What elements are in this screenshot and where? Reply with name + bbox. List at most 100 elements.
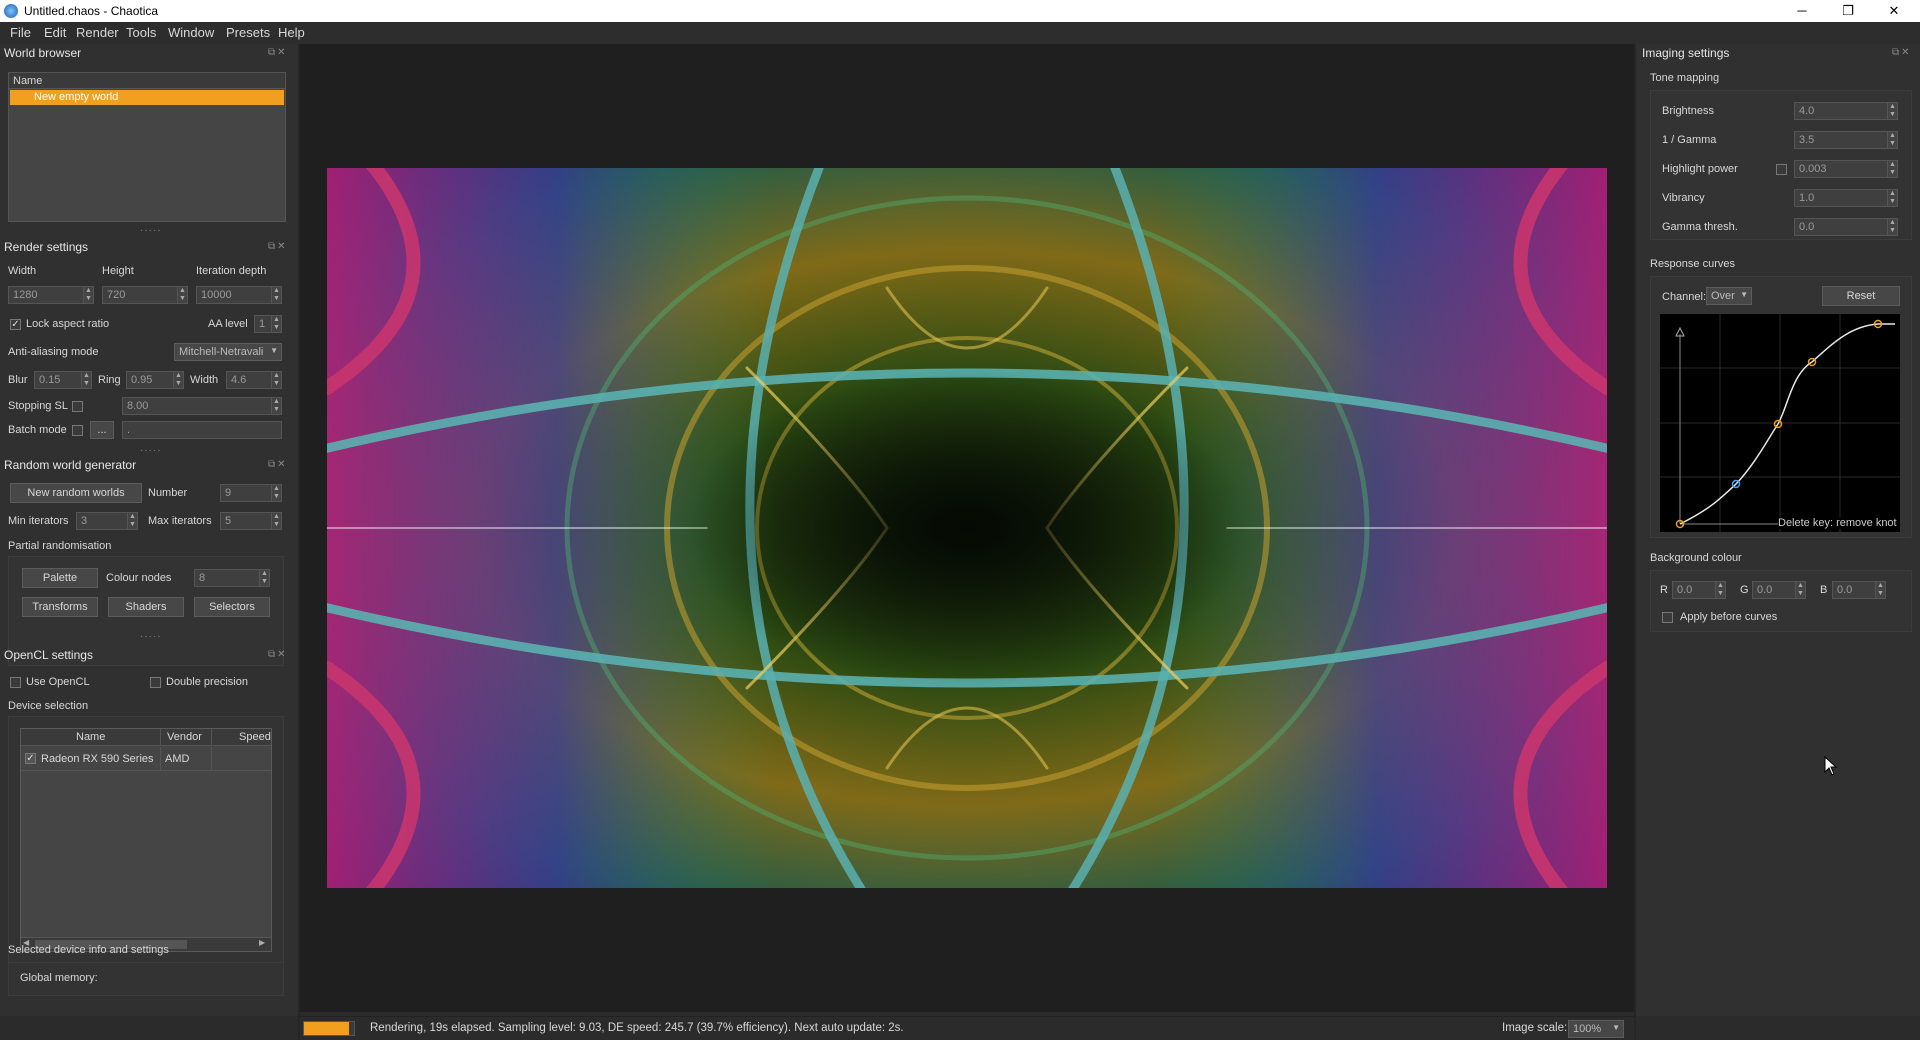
dock-float-close-icon[interactable]: ⧉✕ (1892, 47, 1912, 58)
width-spinbox[interactable]: 1280 ▲ ▼ (8, 286, 94, 304)
render-progress-bar (303, 1021, 355, 1036)
reset-curves-button[interactable]: Reset (1822, 286, 1900, 306)
dock-float-close-icon[interactable]: ⧉✕ (268, 241, 288, 252)
opencl-title: OpenCL settings (4, 648, 93, 662)
stopping-sl-checkbox[interactable] (72, 401, 83, 412)
transforms-button[interactable]: Transforms (22, 597, 98, 617)
menu-tools[interactable]: Tools (126, 25, 156, 40)
ring-label: Ring (98, 374, 121, 386)
blur-spinbox[interactable]: 0.15 ▲ ▼ (34, 371, 92, 389)
brightness-spinbox[interactable]: 4.0 ▲ ▼ (1794, 102, 1898, 120)
new-random-worlds-button[interactable]: New random worlds (10, 483, 142, 503)
image-scale-label: Image scale: (1502, 1022, 1568, 1034)
device-checkbox[interactable]: ✓ (25, 753, 36, 764)
r-spinbox[interactable]: 0.0 ▲ ▼ (1672, 581, 1726, 599)
aa-level-spinbox[interactable]: 1 ▲ ▼ (254, 315, 282, 333)
partial-randomisation-label: Partial randomisation (8, 540, 112, 552)
render-settings-title: Render settings (4, 240, 89, 254)
aa-mode-select[interactable]: Mitchell-Netravali ▼ (174, 343, 282, 361)
status-bar: Rendering, 19s elapsed. Sampling level: … (300, 1016, 1634, 1040)
double-precision-checkbox[interactable] (150, 677, 161, 688)
lock-aspect-checkbox[interactable]: ✓ (10, 319, 21, 330)
r-label: R (1660, 584, 1668, 596)
menu-help[interactable]: Help (278, 25, 305, 40)
gamma-thresh-spinbox[interactable]: 0.0 ▲ ▼ (1794, 218, 1898, 236)
background-colour-label: Background colour (1650, 552, 1742, 564)
device-table[interactable]: Name Vendor Speed ✓ Radeon RX 590 Series… (20, 728, 272, 952)
render-view[interactable] (300, 44, 1634, 1012)
column-vendor[interactable]: Vendor (167, 731, 202, 743)
min-iterators-label: Min iterators (8, 515, 69, 527)
world-browser-title: World browser (4, 46, 82, 60)
menu-render[interactable]: Render (76, 25, 119, 40)
fractal-render-image[interactable] (327, 168, 1607, 888)
global-memory-label: Global memory: (20, 972, 98, 984)
tone-mapping-label: Tone mapping (1650, 72, 1720, 84)
b-spinbox[interactable]: 0.0 ▲ ▼ (1832, 581, 1886, 599)
dock-float-close-icon[interactable]: ⧉✕ (268, 649, 288, 660)
palette-button[interactable]: Palette (22, 568, 98, 588)
gamma-spinbox[interactable]: 3.5 ▲ ▼ (1794, 131, 1898, 149)
gamma-thresh-label: Gamma thresh. (1662, 221, 1738, 233)
column-speed[interactable]: Speed (239, 731, 271, 743)
highlight-power-spinbox[interactable]: 0.003 ▲ ▼ (1794, 160, 1898, 178)
column-name[interactable]: Name (76, 731, 105, 743)
maximize-button[interactable]: ❐ (1826, 0, 1870, 22)
dock-float-close-icon[interactable]: ⧉✕ (268, 459, 288, 470)
dock-float-close-icon[interactable]: ⧉✕ (268, 47, 288, 58)
aa-level-label: AA level (208, 318, 248, 330)
batch-mode-checkbox[interactable] (72, 425, 83, 436)
g-spinbox[interactable]: 0.0 ▲ ▼ (1752, 581, 1806, 599)
chevron-down-icon: ▼ (1740, 290, 1748, 299)
splitter-grip[interactable]: ····· (140, 631, 162, 642)
stopping-sl-spinbox[interactable]: 8.00 ▲ ▼ (122, 397, 282, 415)
world-list[interactable]: Name New empty world (8, 72, 286, 222)
shaders-button[interactable]: Shaders (108, 597, 184, 617)
ring-spinbox[interactable]: 0.95 ▲ ▼ (126, 371, 184, 389)
batch-path-input[interactable]: . (122, 421, 282, 439)
close-button[interactable]: ✕ (1872, 0, 1916, 22)
use-opencl-checkbox[interactable] (10, 677, 21, 688)
left-dock: World browser ⧉✕ Name New empty world ··… (0, 44, 298, 1016)
number-label: Number (148, 487, 188, 499)
channel-select[interactable]: Over ▼ (1706, 287, 1752, 305)
depth-label: Iteration depth (196, 265, 267, 277)
aa-mode-label: Anti-aliasing mode (8, 346, 99, 358)
batch-browse-button[interactable]: ... (90, 421, 114, 439)
splitter-grip[interactable]: ····· (140, 445, 162, 456)
highlight-power-checkbox[interactable] (1776, 164, 1787, 175)
vibrancy-spinbox[interactable]: 1.0 ▲ ▼ (1794, 189, 1898, 207)
menu-window[interactable]: Window (168, 25, 214, 40)
vibrancy-label: Vibrancy (1662, 192, 1705, 204)
colour-nodes-spinbox[interactable]: 8 ▲ ▼ (194, 569, 270, 587)
width-label: Width (8, 265, 37, 277)
number-spinbox[interactable]: 9 ▲ ▼ (220, 484, 282, 502)
curve-editor[interactable]: Delete key: remove knot (1660, 314, 1900, 532)
response-curves-label: Response curves (1650, 258, 1735, 270)
splitter-grip[interactable]: ····· (140, 225, 162, 236)
minimize-button[interactable]: ─ (1780, 0, 1824, 22)
min-iterators-spinbox[interactable]: 3 ▲ ▼ (76, 512, 138, 530)
menu-presets[interactable]: Presets (226, 25, 270, 40)
chevron-down-icon: ▼ (1612, 1023, 1620, 1032)
apply-before-curves-checkbox[interactable] (1662, 612, 1673, 623)
curve-graph[interactable] (1660, 314, 1900, 532)
selected-device-info-label: Selected device info and settings (8, 944, 169, 956)
image-scale-select[interactable]: 100% ▼ (1568, 1020, 1624, 1038)
imaging-settings-title: Imaging settings (1642, 46, 1730, 60)
batch-mode-label: Batch mode (8, 424, 67, 436)
blur-label: Blur (8, 374, 28, 386)
scroll-right-icon[interactable]: ▶ (259, 938, 265, 947)
menu-edit[interactable]: Edit (44, 25, 66, 40)
filter-width-spinbox[interactable]: 4.6 ▲ ▼ (226, 371, 282, 389)
max-iterators-spinbox[interactable]: 5 ▲ ▼ (220, 512, 282, 530)
height-spinbox[interactable]: 720 ▲ ▼ (102, 286, 188, 304)
menu-file[interactable]: File (10, 25, 31, 40)
render-progress-fill (304, 1022, 349, 1035)
world-list-header: Name (9, 73, 285, 89)
world-list-item[interactable]: New empty world (10, 90, 284, 105)
device-vendor: AMD (165, 753, 190, 765)
curve-hint: Delete key: remove knot (1778, 517, 1897, 529)
depth-spinbox[interactable]: 10000 ▲ ▼ (196, 286, 282, 304)
selectors-button[interactable]: Selectors (194, 597, 270, 617)
